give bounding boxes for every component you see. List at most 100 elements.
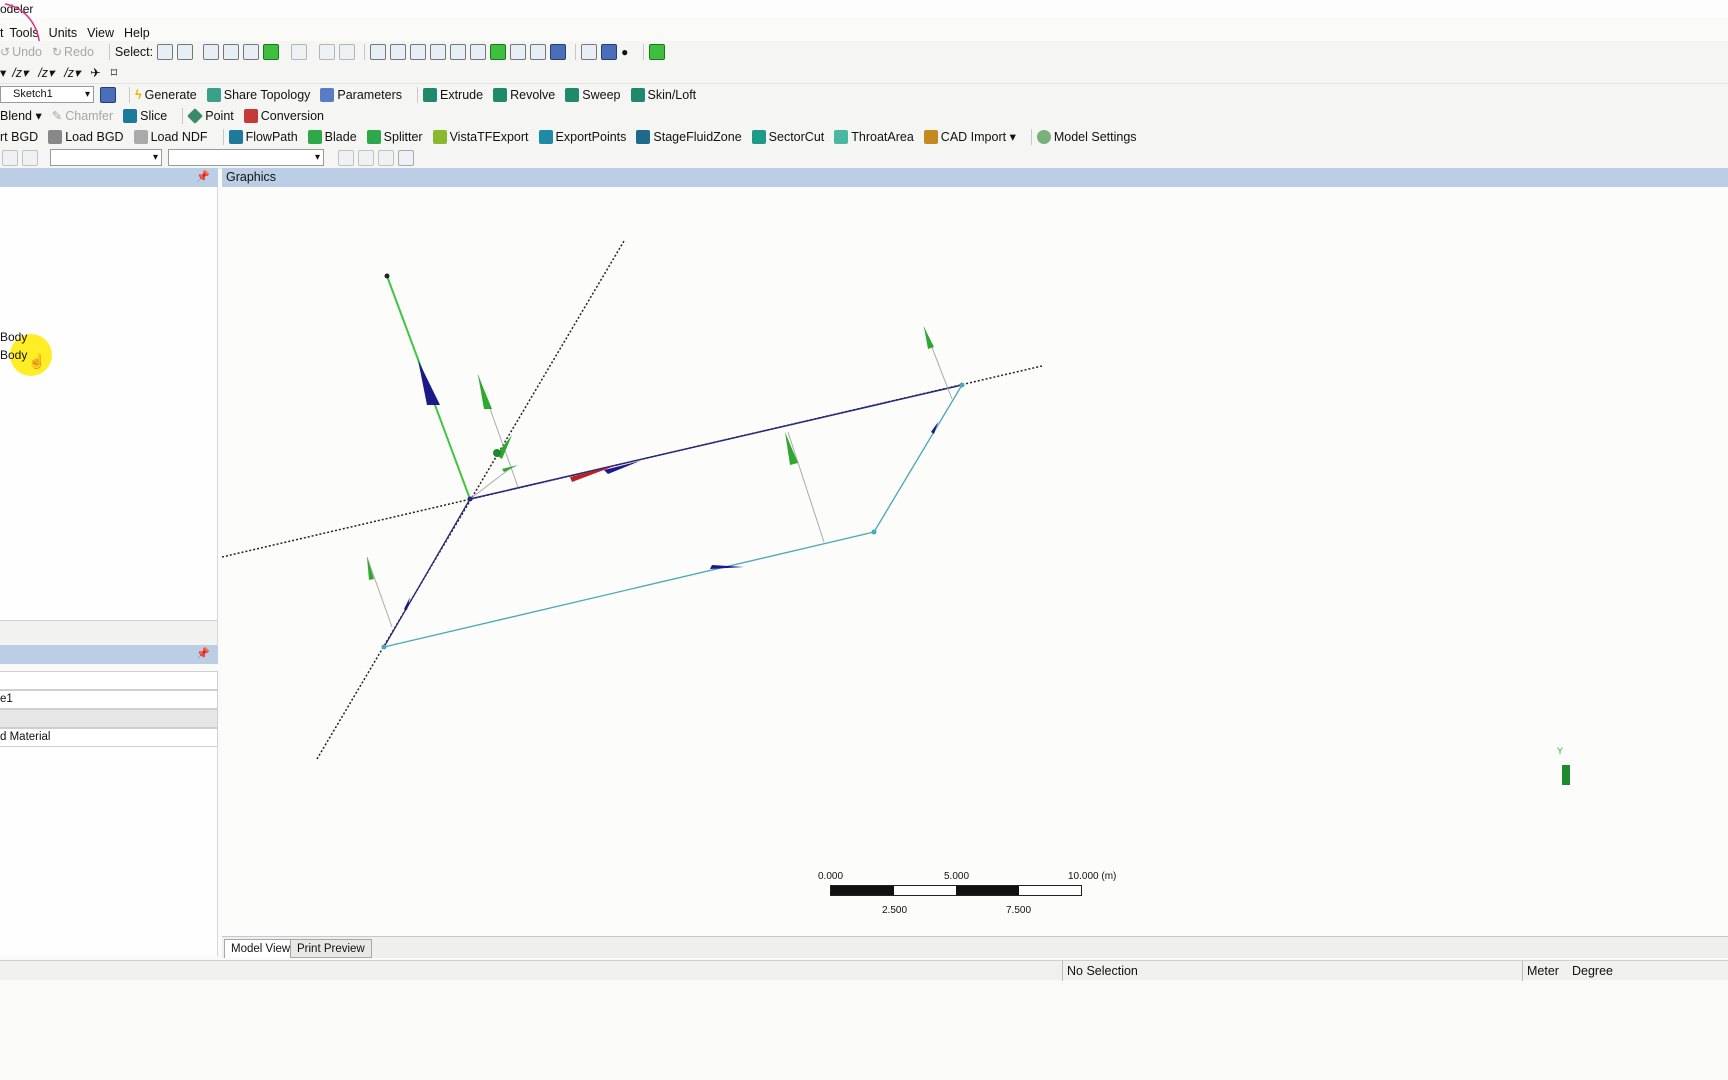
details-row-material[interactable]: d Material xyxy=(0,728,218,747)
zoom-icon[interactable] xyxy=(410,43,427,60)
extrude-button[interactable]: Extrude xyxy=(423,87,483,102)
expand-icon[interactable] xyxy=(319,43,336,60)
sectorcut-icon xyxy=(751,129,766,144)
splitter-button[interactable]: Splitter xyxy=(366,129,423,144)
magnify-icon[interactable] xyxy=(510,43,527,60)
load-bgd-button[interactable]: Load BGD xyxy=(48,129,124,144)
plane-icon[interactable] xyxy=(2,149,18,166)
look-at-icon[interactable] xyxy=(649,43,666,60)
status-bar: No Selection Meter Degree xyxy=(0,960,1728,981)
revolve-button[interactable]: Revolve xyxy=(493,87,555,102)
tree-item-body-1[interactable]: Body xyxy=(0,330,27,344)
zoom-out-icon[interactable] xyxy=(450,43,467,60)
display-axis-icon[interactable] xyxy=(581,43,598,60)
scale-label-7-5: 7.500 xyxy=(1006,905,1032,916)
load-ndf-button[interactable]: Load NDF xyxy=(133,129,208,144)
sketch-tool-3-icon[interactable] xyxy=(378,149,394,166)
point-button[interactable]: Point xyxy=(187,107,234,124)
menu-view[interactable]: View xyxy=(87,26,114,40)
tab-model-view[interactable]: Model View xyxy=(224,939,298,958)
select-edges-icon[interactable] xyxy=(223,43,240,60)
sectorcut-button[interactable]: SectorCut xyxy=(751,129,824,144)
extend-select-icon[interactable] xyxy=(291,43,308,60)
display-point-icon[interactable]: ● xyxy=(621,45,628,59)
box-zoom-icon[interactable] xyxy=(470,43,487,60)
plane-combo[interactable] xyxy=(50,149,162,166)
select-mode-icon[interactable] xyxy=(157,43,174,60)
window-title: odeler xyxy=(0,0,1728,18)
flowpath-button[interactable]: FlowPath xyxy=(228,129,298,144)
select-label: Select: xyxy=(114,44,154,59)
scale-bar xyxy=(830,885,1082,896)
vertex-green xyxy=(493,449,501,457)
conversion-icon xyxy=(243,108,258,123)
export-bgd-button[interactable]: rt BGD xyxy=(0,130,38,144)
toolbar-modify: Blend ▾ ✎ Chamfer Slice Point Conversion xyxy=(0,105,1728,127)
toolbar-bladegen: rt BGD Load BGD Load NDF FlowPath Blade … xyxy=(0,126,1728,148)
slice-icon xyxy=(123,108,138,123)
vistatfexport-button[interactable]: VistaTFExport xyxy=(432,129,529,144)
conversion-button[interactable]: Conversion xyxy=(243,108,324,123)
details-row-name[interactable]: e1 xyxy=(0,690,218,709)
blade-button[interactable]: Blade xyxy=(307,129,357,144)
sketch-tool-1-icon[interactable] xyxy=(338,149,354,166)
display-model-icon[interactable] xyxy=(601,43,618,60)
skin-loft-button[interactable]: Skin/Loft xyxy=(630,87,696,102)
throatarea-button[interactable]: ThroatArea xyxy=(834,129,914,144)
stagefluidzone-icon xyxy=(636,129,651,144)
new-sketch-icon[interactable] xyxy=(100,86,116,103)
slice-button[interactable]: Slice xyxy=(123,108,167,123)
generate-button[interactable]: ϟ Generate xyxy=(135,88,197,102)
toolbar-features: Sketch1 ϟGenerate Share Topology Paramet… xyxy=(0,84,1728,106)
parameters-icon xyxy=(320,87,335,102)
exportpoints-button[interactable]: ExportPoints xyxy=(538,129,626,144)
redo-button[interactable]: ↻ Redo xyxy=(52,45,94,59)
flag-icon[interactable]: ⌑ xyxy=(111,65,117,80)
model-settings-button[interactable]: Model Settings xyxy=(1036,129,1137,144)
chamfer-button[interactable]: ✎ Chamfer xyxy=(52,108,113,124)
throatarea-icon xyxy=(834,129,849,144)
vertex-bottom-right xyxy=(871,529,877,535)
graphics-header: Graphics xyxy=(222,168,1728,187)
select-points-icon[interactable] xyxy=(203,43,220,60)
sketch-select-combo[interactable] xyxy=(168,149,324,166)
details-pin-icon[interactable]: 📌 xyxy=(196,645,210,664)
zoom-fit-icon[interactable] xyxy=(490,43,507,60)
dimension-tool-icon[interactable]: /z▾ xyxy=(64,65,80,80)
stagefluidzone-button[interactable]: StageFluidZone xyxy=(636,129,742,144)
parameters-button[interactable]: Parameters xyxy=(320,87,402,102)
menu-help[interactable]: Help xyxy=(124,26,150,40)
tab-print-preview[interactable]: Print Preview xyxy=(290,939,372,958)
display-plane-icon[interactable] xyxy=(550,43,567,60)
load-bgd-icon xyxy=(48,129,63,144)
new-plane-icon[interactable] xyxy=(22,149,38,166)
select-filter-icon[interactable] xyxy=(177,43,194,60)
zoom-in-icon[interactable] xyxy=(430,43,447,60)
tree-item-body-2[interactable]: Body xyxy=(0,348,27,362)
shrink-icon[interactable] xyxy=(339,43,356,60)
select-bodies-icon[interactable] xyxy=(263,43,280,60)
select-faces-icon[interactable] xyxy=(243,43,260,60)
arc-tool-icon[interactable]: /z▾ xyxy=(38,65,54,80)
arrow-blue-1 xyxy=(418,360,440,405)
rotate-icon[interactable] xyxy=(370,43,387,60)
undo-button[interactable]: ↺ Undo xyxy=(0,45,42,59)
sketch-tool-4-icon[interactable] xyxy=(398,149,414,166)
sketch-combo[interactable]: Sketch1 xyxy=(0,86,94,103)
cad-import-button[interactable]: CAD Import ▾ xyxy=(923,129,1016,144)
status-angle-unit: Degree xyxy=(1572,964,1613,978)
share-topology-button[interactable]: Share Topology xyxy=(206,87,310,102)
pan-icon[interactable] xyxy=(390,43,407,60)
pin-icon[interactable]: 📌 xyxy=(196,168,210,187)
sketch-line-top xyxy=(469,384,963,500)
iso-view-icon[interactable] xyxy=(530,43,547,60)
vertex-top-left xyxy=(467,496,473,502)
graphics-viewport[interactable]: 0.000 5.000 10.000 (m) 2.500 7.500 Y xyxy=(222,187,1728,936)
sweep-button[interactable]: Sweep xyxy=(565,87,621,102)
line-tool-icon[interactable]: ▾ /z▾ xyxy=(0,65,28,80)
blade-icon xyxy=(307,129,322,144)
pin-icon[interactable]: ✈ xyxy=(90,65,100,80)
sketch-tool-2-icon[interactable] xyxy=(358,149,374,166)
blend-button[interactable]: Blend ▾ xyxy=(0,108,42,124)
arrow-blue-4 xyxy=(710,565,744,569)
